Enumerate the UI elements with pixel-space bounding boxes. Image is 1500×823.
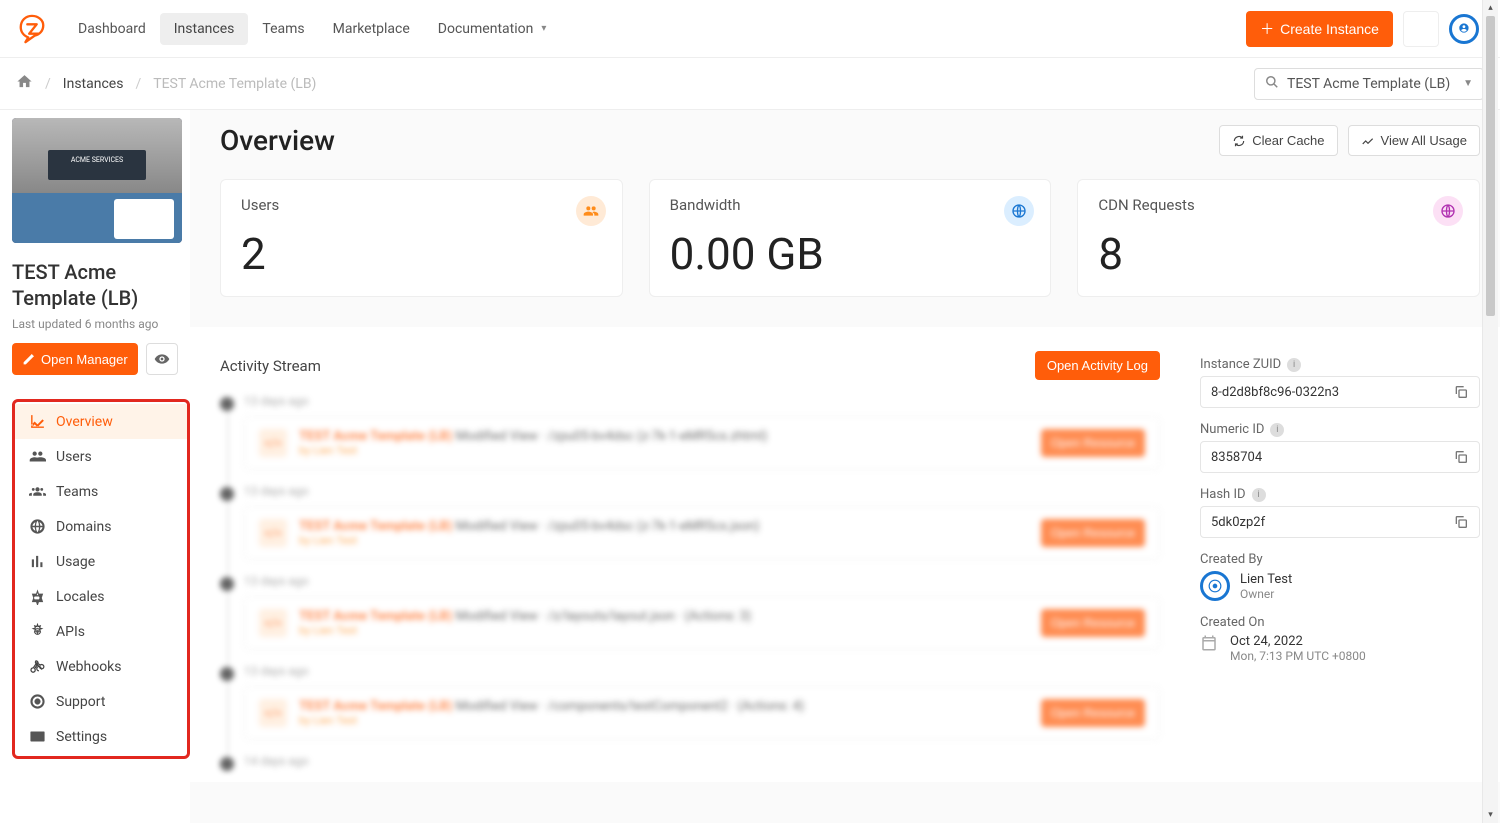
nav-marketplace[interactable]: Marketplace <box>319 13 424 45</box>
sidebar-item-support[interactable]: Support <box>15 684 187 719</box>
nav-teams[interactable]: Teams <box>248 13 318 45</box>
scrollbar-thumb[interactable] <box>1486 16 1495 316</box>
page-scrollbar[interactable]: ▴ ▾ <box>1482 0 1498 823</box>
stat-bandwidth: Bandwidth 0.00 GB <box>649 179 1052 297</box>
created-on-date: Oct 24, 2022 <box>1230 634 1366 649</box>
bars-icon <box>29 553 46 570</box>
scroll-down-arrow[interactable]: ▾ <box>1483 807 1498 823</box>
breadcrumb-bar: / Instances / TEST Acme Template (LB) TE… <box>0 58 1500 110</box>
sidebar-item-usage[interactable]: Usage <box>15 544 187 579</box>
info-icon[interactable]: i <box>1287 358 1301 372</box>
chart-icon <box>1361 134 1375 148</box>
created-on-label: Created On <box>1200 615 1480 630</box>
home-icon[interactable] <box>16 73 33 94</box>
calendar-icon <box>1200 634 1218 656</box>
copy-icon[interactable] <box>1453 449 1469 465</box>
activity-stream: Activity Stream Open Activity Log 13 day… <box>220 351 1160 782</box>
created-on-time: Mon, 7:13 PM UTC +0800 <box>1230 649 1366 663</box>
top-nav: Dashboard Instances Teams Marketplace Do… <box>0 0 1500 58</box>
created-by-label: Created By <box>1200 552 1480 567</box>
sidebar-item-users[interactable]: Users <box>15 439 187 474</box>
scroll-up-arrow[interactable]: ▴ <box>1483 0 1498 16</box>
card-icon <box>29 728 46 745</box>
page-title: Overview <box>220 124 335 157</box>
instance-preview-thumbnail[interactable]: ACME SERVICES <box>12 118 182 243</box>
sidebar-item-overview[interactable]: Overview <box>15 404 187 439</box>
stat-cdn: CDN Requests 8 <box>1077 179 1480 297</box>
sidebar: ACME SERVICES TEST Acme Template (LB) La… <box>0 110 190 823</box>
logo[interactable] <box>12 9 52 49</box>
activity-title: Activity Stream <box>220 357 321 375</box>
breadcrumb: / Instances / TEST Acme Template (LB) <box>16 73 316 94</box>
users-icon <box>29 448 46 465</box>
globe-icon <box>1004 196 1034 226</box>
instance-meta: Instance ZUIDi 8-d2d8bf8c96-0322n3 Numer… <box>1200 351 1480 782</box>
sidebar-item-teams[interactable]: Teams <box>15 474 187 509</box>
created-by-role: Owner <box>1240 587 1292 601</box>
refresh-icon <box>1232 134 1246 148</box>
search-icon <box>1265 75 1279 93</box>
api-icon <box>29 623 46 640</box>
language-icon <box>29 588 46 605</box>
info-icon[interactable]: i <box>1270 423 1284 437</box>
create-instance-button[interactable]: ＋ Create Instance <box>1246 11 1393 47</box>
copy-icon[interactable] <box>1453 514 1469 530</box>
sidebar-item-webhooks[interactable]: Webhooks <box>15 649 187 684</box>
globe-icon <box>1433 196 1463 226</box>
user-menu[interactable] <box>1449 14 1479 44</box>
view-all-usage-button[interactable]: View All Usage <box>1348 125 1480 156</box>
sidebar-item-apis[interactable]: APIs <box>15 614 187 649</box>
sidebar-item-domains[interactable]: Domains <box>15 509 187 544</box>
support-icon <box>29 693 46 710</box>
open-manager-button[interactable]: Open Manager <box>12 343 138 375</box>
numeric-label: Numeric IDi <box>1200 422 1480 437</box>
clear-cache-button[interactable]: Clear Cache <box>1219 125 1337 156</box>
sidebar-item-settings[interactable]: Settings <box>15 719 187 754</box>
zuid-value: 8-d2d8bf8c96-0322n3 <box>1200 376 1480 408</box>
globe-icon <box>29 518 46 535</box>
zuid-label: Instance ZUIDi <box>1200 357 1480 372</box>
teams-icon <box>29 483 46 500</box>
chevron-down-icon: ▾ <box>541 23 546 34</box>
eye-icon <box>154 351 170 367</box>
open-activity-log-button[interactable]: Open Activity Log <box>1035 351 1160 380</box>
hash-value: 5dk0zp2f <box>1200 506 1480 538</box>
crumb-instances[interactable]: Instances <box>63 76 124 92</box>
instance-title: TEST Acme Template (LB) <box>12 259 190 311</box>
stat-users: Users 2 <box>220 179 623 297</box>
webhook-icon <box>29 658 46 675</box>
stats-row: Users 2 Bandwidth 0.00 GB CDN Requests 8 <box>220 179 1480 297</box>
instance-last-updated: Last updated 6 months ago <box>12 317 190 331</box>
chart-line-icon <box>29 413 46 430</box>
instance-search-dropdown[interactable]: TEST Acme Template (LB) ▼ <box>1254 68 1484 100</box>
theme-toggle[interactable] <box>1403 11 1439 47</box>
activity-timeline: 13 days ago</>TEST Acme Template (LB) Mo… <box>220 394 1160 768</box>
nav-dashboard[interactable]: Dashboard <box>64 13 160 45</box>
plus-icon: ＋ <box>1260 19 1274 39</box>
content-area: Overview Clear Cache View All Usage User… <box>190 110 1500 823</box>
info-icon[interactable]: i <box>1252 488 1266 502</box>
avatar <box>1200 571 1230 601</box>
main-layout: ACME SERVICES TEST Acme Template (LB) La… <box>0 110 1500 823</box>
crumb-current: TEST Acme Template (LB) <box>153 76 316 92</box>
pencil-icon <box>22 353 35 366</box>
nav-instances[interactable]: Instances <box>160 13 249 45</box>
hash-label: Hash IDi <box>1200 487 1480 502</box>
nav-documentation[interactable]: Documentation▾ <box>424 13 561 45</box>
sidebar-item-locales[interactable]: Locales <box>15 579 187 614</box>
numeric-value: 8358704 <box>1200 441 1480 473</box>
created-by-name: Lien Test <box>1240 572 1292 587</box>
copy-icon[interactable] <box>1453 384 1469 400</box>
preview-button[interactable] <box>146 343 178 375</box>
chevron-down-icon: ▼ <box>1463 78 1473 89</box>
sidebar-menu: Overview Users Teams Domains Usage Local… <box>12 399 190 759</box>
nav-items: Dashboard Instances Teams Marketplace Do… <box>64 13 560 45</box>
users-icon <box>576 196 606 226</box>
